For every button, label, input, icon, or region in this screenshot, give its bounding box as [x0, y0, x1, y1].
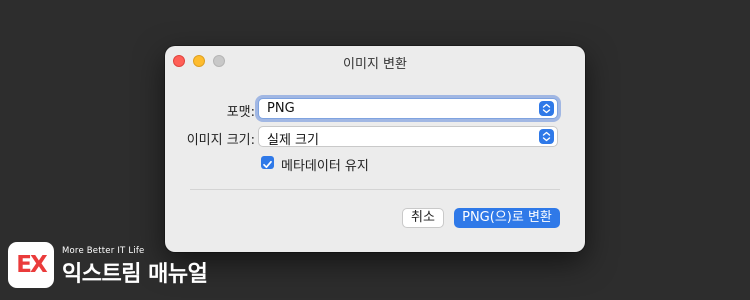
checkmark-icon [263, 160, 272, 169]
separator [190, 189, 560, 190]
logo-badge: EX [8, 242, 54, 288]
keep-metadata-label: 메타데이터 유지 [281, 159, 369, 174]
image-size-label: 이미지 크기: [186, 133, 255, 148]
logo-name: 익스트림 매뉴얼 [62, 262, 208, 287]
format-select-value: PNG [267, 101, 295, 116]
title-bar: 이미지 변환 [165, 46, 585, 74]
logo-tagline: More Better IT Life [62, 246, 145, 256]
cancel-button[interactable]: 취소 [402, 208, 444, 228]
image-convert-dialog: 이미지 변환 포맷: PNG 이미지 크기: 실제 크기 메타데이터 유지 취소… [165, 46, 585, 252]
window-title: 이미지 변환 [343, 57, 407, 72]
convert-button[interactable]: PNG(으)로 변환 [454, 208, 560, 228]
format-select[interactable]: PNG [258, 98, 558, 119]
image-size-select-value: 실제 크기 [267, 133, 319, 148]
format-label: 포맷: [226, 105, 255, 120]
up-down-chevron-icon [539, 101, 554, 116]
image-size-select[interactable]: 실제 크기 [258, 126, 558, 148]
keep-metadata-checkbox[interactable] [261, 156, 274, 169]
up-down-chevron-icon [539, 129, 554, 144]
